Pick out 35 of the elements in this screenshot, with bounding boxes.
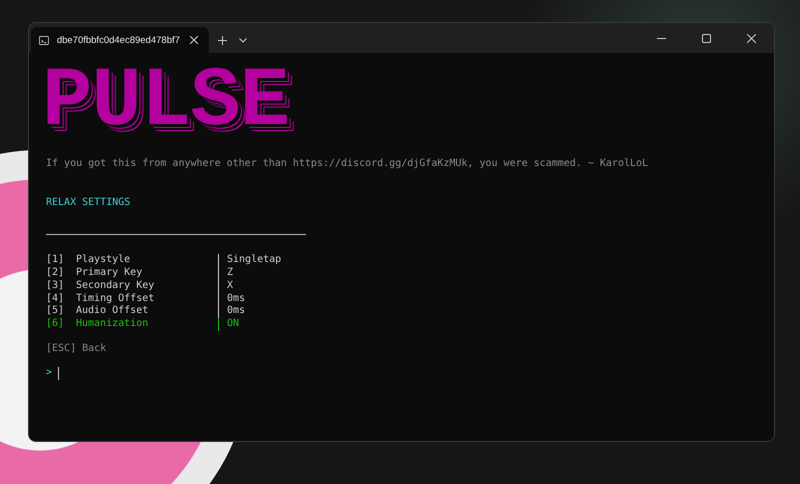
prompt-symbol: > [46,367,52,380]
setting-row[interactable]: [6] Humanization ON [46,318,240,331]
setting-row[interactable]: [2] Primary Key Z [46,267,234,280]
setting-label: Audio Offset [76,305,150,318]
setting-value: 0ms [218,305,246,318]
option-number: [3] [46,280,66,293]
option-number: [6] [46,318,66,331]
option-number: [1] [46,254,66,267]
close-icon [747,34,756,42]
maximize-icon [702,34,711,42]
option-number: [2] [46,267,66,280]
setting-label: Timing Offset [76,292,156,305]
disclaimer-text: If you got this from anywhere other than https://discord.gg/djGfaKzMUk, you were scammed. ~ KarolLoL [46,158,648,171]
setting-row[interactable]: [1] Playstyle Singletap [46,254,282,268]
back-option: [ESC] Back [46,342,106,356]
section-title: RELAX SETTINGS [46,196,130,210]
setting-row[interactable]: [3] Secondary Key X [46,280,234,293]
setting-value: Singletap [218,254,282,268]
setting-label: Primary Key [76,267,144,280]
terminal-tab[interactable]: dbe70fbbfc0d4ec89ed478bf7 [31,27,209,53]
setting-value: ON [218,318,240,331]
setting-value: X [218,280,234,293]
text-cursor [58,367,60,380]
terminal-icon [39,34,49,46]
setting-value: 0ms [218,292,246,306]
setting-label: Humanization [76,318,150,331]
option-number: [5] [46,305,66,318]
ascii-logo: PULSE [42,63,290,143]
setting-label: Playstyle [76,254,132,267]
setting-row[interactable]: [4] Timing Offset 0ms [46,292,246,306]
tab-title: dbe70fbbfc0d4ec89ed478bf7 [56,34,180,46]
setting-value: Z [218,267,234,280]
option-number: [4] [46,292,66,305]
setting-row[interactable]: [5] Audio Offset 0ms [46,305,246,318]
setting-label: Secondary Key [76,280,156,293]
